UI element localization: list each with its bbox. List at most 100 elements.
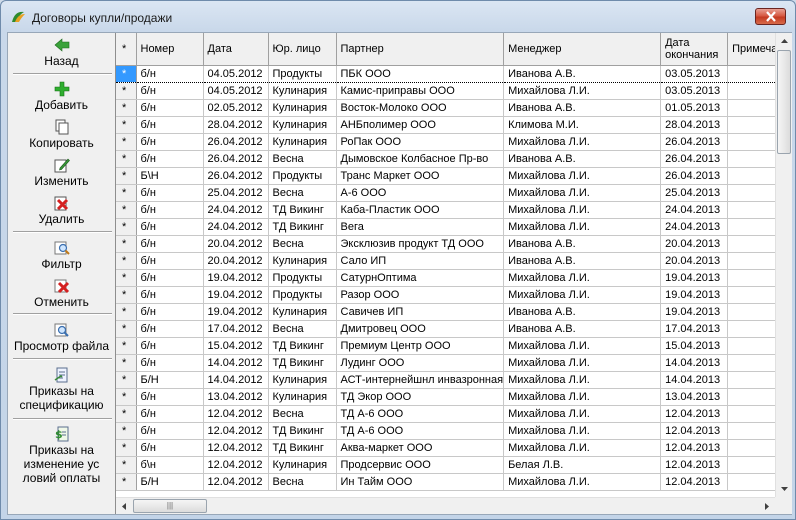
table-cell: 26.04.2012 [203,133,269,151]
table-cell: * [116,167,137,185]
copy-icon [55,119,68,135]
scroll-right-button[interactable] [758,498,775,514]
vertical-scrollbar[interactable] [775,33,792,497]
table-cell: б/н [136,303,204,321]
vertical-scroll-thumb[interactable] [777,50,791,154]
table-cell: * [116,371,137,389]
table-cell: ТД Викинг [268,218,337,236]
table-cell: Весна [268,235,337,253]
table-cell: ТД Викинг [268,439,337,457]
table-row[interactable]: * Б\Н 26.04.2012 Продукты Транс Маркет ООО Ми… [116,167,789,185]
arrow-left-icon [122,503,126,510]
table-cell: Продукты [268,65,337,83]
table-cell: Б/Н [136,473,204,491]
table-row[interactable]: * б/н 12.04.2012 Весна ТД А-6 ООО Михайлова Л… [116,405,789,423]
spec-orders-label-line2: спецификацию [19,398,104,412]
table-cell: 17.04.2013 [660,320,729,338]
table-cell: Иванова А.В. [503,303,662,321]
table-row[interactable]: * б/н 19.04.2012 Продукты СатурнОптима Михайл… [116,269,789,287]
column-header[interactable]: Юр. лицо [268,33,337,66]
table-row[interactable]: * б/н 04.05.2012 Продукты ПБК ООО Иванова А.В… [116,65,789,83]
table-cell: 04.05.2012 [203,82,269,100]
table-row[interactable]: * б/н 15.04.2012 ТД Викинг Премиум Центр ООО… [116,337,789,355]
table-cell: Михайлова Л.И. [503,82,662,100]
title-bar[interactable]: Договоры купли/продажи [1,1,795,31]
edit-button[interactable]: Изменить [10,157,113,188]
payment-orders-button[interactable]: $ Приказы на изменение ус ловий оплаты [10,426,113,485]
table-cell: Михайлова Л.И. [503,201,662,219]
table-cell: ТД А-6 ООО [336,422,505,440]
table-cell: Премиум Центр ООО [336,337,505,355]
table-cell: 01.05.2013 [660,99,729,117]
table-row[interactable]: * б/н 20.04.2012 Кулинария Сало ИП Иванова А.… [116,252,789,270]
table-row[interactable]: * б/н 19.04.2012 Кулинария Савичев ИП Иванова… [116,303,789,321]
table-row[interactable]: * б/н 26.04.2012 Кулинария РоПак ООО Михайлов… [116,133,789,151]
column-header[interactable]: Дата окончания [660,33,729,66]
table-cell: б/н [136,337,204,355]
toolbar-separator [13,73,112,75]
table-row[interactable]: * б/н 19.04.2012 Продукты Разор ООО Михайлова… [116,286,789,304]
filter-button[interactable]: Фильтр [10,240,113,271]
scroll-left-button[interactable] [116,498,133,514]
column-header[interactable]: Партнер [336,33,505,66]
close-icon [766,11,776,22]
contracts-grid[interactable]: * Номер Дата Юр. лицо Партнер Менеджер Дата ок… [115,33,792,514]
horizontal-scrollbar[interactable]: ||| [116,497,775,514]
back-button[interactable]: Назад [10,37,113,68]
column-header[interactable]: Дата [203,33,269,66]
table-cell: Транс Маркет ООО [336,167,505,185]
column-header[interactable]: Номер [136,33,204,66]
view-file-button[interactable]: Просмотр файла [10,322,113,353]
scroll-up-button[interactable] [776,33,792,50]
table-row[interactable]: * б/н 24.04.2012 ТД Викинг Каба-Пластик ООО М… [116,201,789,219]
table-cell: * [116,388,137,406]
table-cell: 24.04.2012 [203,218,269,236]
column-header[interactable]: * [116,33,137,66]
view-file-label: Просмотр файла [13,339,110,353]
magnifier-filter-icon [54,241,70,255]
close-button[interactable] [755,8,786,25]
table-cell: 12.04.2013 [660,439,729,457]
delete-label: Удалить [38,212,85,226]
table-row[interactable]: * б/н 26.04.2012 Весна Дымовское Колбасное П… [116,150,789,168]
table-row[interactable]: * б/н 20.04.2012 Весна Эксклюзив продукт ТД … [116,235,789,253]
table-row[interactable]: * б/н 17.04.2012 Весна Дмитровец ООО Иванова … [116,320,789,338]
table-row[interactable]: * б/н 04.05.2012 Кулинария Камис-приправы ОО… [116,82,789,100]
table-cell: Дмитровец ООО [336,320,505,338]
delete-button[interactable]: Удалить [10,195,113,226]
table-row[interactable]: * б\н 12.04.2012 Кулинария Продсервис ООО Бел… [116,456,789,474]
column-header[interactable]: Менеджер [503,33,662,66]
table-row[interactable]: * Б/Н 12.04.2012 Весна Ин Тайм ООО Михайлова … [116,473,789,491]
table-cell: Михайлова Л.И. [503,473,662,491]
table-cell: * [116,201,137,219]
horizontal-scroll-thumb[interactable]: ||| [133,499,207,513]
table-row[interactable]: * б/н 25.04.2012 Весна А-6 ООО Михайлова Л.И.… [116,184,789,202]
table-row[interactable]: * б/н 28.04.2012 Кулинария АНБполимер ООО Кли… [116,116,789,134]
toolbar-separator [13,231,112,233]
table-row[interactable]: * б/н 14.04.2012 ТД Викинг Лудинг ООО Михайло… [116,354,789,372]
table-cell: 12.04.2013 [660,473,729,491]
table-row[interactable]: * б/н 02.05.2012 Кулинария Восток-Молоко ООО… [116,99,789,117]
table-cell: Михайлова Л.И. [503,337,662,355]
table-cell: 12.04.2012 [203,439,269,457]
table-row[interactable]: * б/н 12.04.2012 ТД Викинг ТД А-6 ООО Михайло… [116,422,789,440]
scroll-down-button[interactable] [776,480,792,497]
cancel-filter-icon [54,279,69,294]
edit-label: Изменить [34,174,89,188]
table-row[interactable]: * б/н 13.04.2012 Кулинария ТД Экор ООО Михайл… [116,388,789,406]
add-button[interactable]: Добавить [10,81,113,112]
table-cell: 03.05.2013 [660,82,729,100]
table-row[interactable]: * б/н 12.04.2012 ТД Викинг Аква-маркет ООО Ми… [116,439,789,457]
table-cell: Михайлова Л.И. [503,422,662,440]
spec-orders-button[interactable]: Приказы на спецификацию [10,367,113,412]
table-cell: Кулинария [268,303,337,321]
table-cell: б/н [136,235,204,253]
table-cell: Ин Тайм ООО [336,473,505,491]
table-row[interactable]: * Б/Н 14.04.2012 Кулинария АСТ-интернейшнл и… [116,371,789,389]
table-row[interactable]: * б/н 24.04.2012 ТД Викинг Вега Михайлова Л.И… [116,218,789,236]
table-cell: 19.04.2012 [203,286,269,304]
cancel-filter-button[interactable]: Отменить [10,278,113,309]
table-cell: Б/Н [136,371,204,389]
copy-button[interactable]: Копировать [10,119,113,150]
table-cell: б/н [136,439,204,457]
